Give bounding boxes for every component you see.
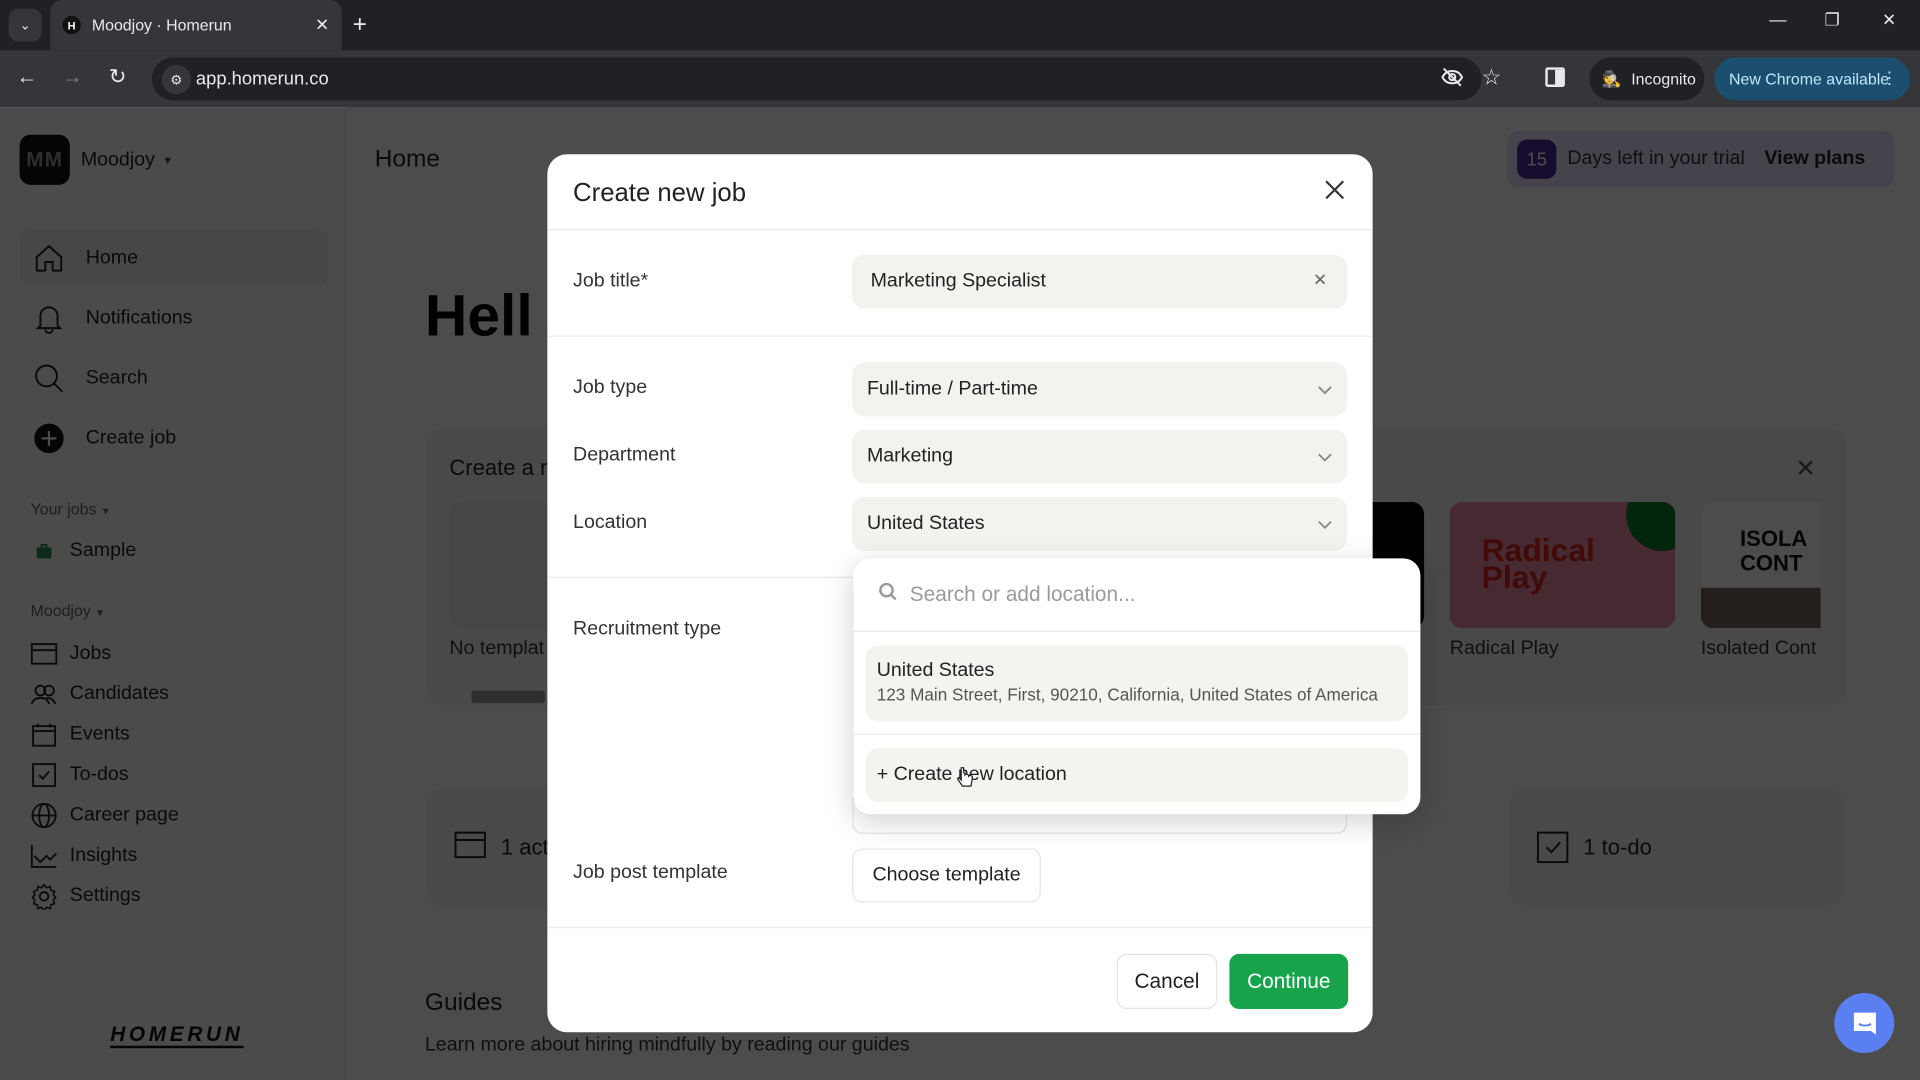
continue-button[interactable]: Continue xyxy=(1229,953,1349,1009)
chevron-down-icon xyxy=(1318,514,1333,536)
reload-icon[interactable]: ↻ xyxy=(104,65,131,89)
clear-icon[interactable]: ✕ xyxy=(1313,269,1327,290)
url-text: app.homerun.co xyxy=(195,68,329,90)
location-option-address: 123 Main Street, First, 90210, Californi… xyxy=(876,684,1378,705)
search-icon xyxy=(878,582,898,608)
job-title-input[interactable]: Marketing Specialist ✕ xyxy=(852,254,1347,309)
chat-icon xyxy=(1853,1012,1876,1035)
create-new-location-button[interactable]: + Create new location xyxy=(865,748,1409,803)
window-close-icon[interactable]: ✕ xyxy=(1882,10,1896,31)
tab-search-button[interactable]: ⌄ xyxy=(8,8,42,42)
location-select[interactable]: United States xyxy=(852,497,1347,552)
forward-icon[interactable]: → xyxy=(59,65,86,89)
kebab-menu-icon[interactable]: ⋮ xyxy=(1881,67,1898,88)
bookmark-star-icon[interactable]: ☆ xyxy=(1482,65,1502,91)
chevron-down-icon: ⌄ xyxy=(19,18,31,34)
chrome-update-label: New Chrome available xyxy=(1728,69,1890,89)
chat-launcher-button[interactable] xyxy=(1834,993,1895,1054)
divider xyxy=(547,576,853,578)
incognito-label: Incognito xyxy=(1631,69,1696,89)
side-panel-icon[interactable] xyxy=(1545,67,1565,87)
choose-template-button[interactable]: Choose template xyxy=(852,848,1041,903)
job-post-template-label: Job post template xyxy=(573,862,728,883)
modal-title: Create new job xyxy=(573,178,747,207)
job-type-select[interactable]: Full-time / Part-time xyxy=(852,362,1347,417)
address-bar[interactable]: ⚙ app.homerun.co ☆ xyxy=(151,57,1501,101)
location-option-title: United States xyxy=(876,660,995,681)
job-type-label: Job type xyxy=(573,377,648,398)
browser-tab[interactable]: H Moodjoy · Homerun ✕ xyxy=(50,0,342,51)
favicon-icon: H xyxy=(62,15,81,35)
tab-close-icon[interactable]: ✕ xyxy=(315,15,329,36)
job-title-value: Marketing Specialist xyxy=(870,270,1046,292)
search-placeholder: Search or add location... xyxy=(909,582,1136,606)
recruitment-type-label: Recruitment type xyxy=(573,618,722,640)
chevron-down-icon xyxy=(1318,447,1333,469)
incognito-icon: 🕵 xyxy=(1601,69,1622,88)
minimize-icon[interactable]: — xyxy=(1769,10,1786,30)
location-label: Location xyxy=(573,511,648,533)
divider xyxy=(853,733,1421,735)
back-icon[interactable]: ← xyxy=(13,65,40,89)
screen: ⌄ H Moodjoy · Homerun ✕ + — ❐ ✕ ← → ↻ ⚙ … xyxy=(0,0,1920,1080)
department-select[interactable]: Marketing xyxy=(852,429,1347,484)
department-label: Department xyxy=(573,444,676,466)
chrome-update-button[interactable]: New Chrome available ⋮ xyxy=(1714,57,1911,101)
chevron-down-icon xyxy=(1318,380,1333,402)
close-icon[interactable] xyxy=(1319,174,1351,206)
location-option[interactable]: United States 123 Main Street, First, 90… xyxy=(865,645,1409,722)
incognito-badge[interactable]: 🕵 Incognito xyxy=(1589,57,1705,101)
job-type-value: Full-time / Part-time xyxy=(866,378,1038,400)
tab-title: Moodjoy · Homerun xyxy=(91,15,232,35)
department-value: Marketing xyxy=(866,445,953,467)
job-title-label: Job title* xyxy=(573,270,649,292)
divider xyxy=(547,335,1373,337)
site-info-icon[interactable]: ⚙ xyxy=(161,64,192,95)
restore-icon[interactable]: ❐ xyxy=(1824,10,1839,31)
location-value: United States xyxy=(866,513,985,534)
new-tab-button[interactable]: + xyxy=(353,10,367,39)
modal-header: Create new job xyxy=(547,154,1373,231)
modal-footer: Cancel Continue xyxy=(547,926,1373,1032)
location-dropdown: Search or add location... United States … xyxy=(853,558,1421,815)
location-search-input[interactable]: Search or add location... xyxy=(853,558,1421,632)
browser-tab-strip: ⌄ H Moodjoy · Homerun ✕ + — ❐ ✕ xyxy=(0,0,1920,51)
eye-off-icon[interactable] xyxy=(1441,67,1464,93)
hand-cursor-icon xyxy=(956,767,973,787)
browser-toolbar: ← → ↻ ⚙ app.homerun.co ☆ 🕵 Incognito New… xyxy=(0,50,1920,108)
cancel-button[interactable]: Cancel xyxy=(1116,953,1218,1009)
